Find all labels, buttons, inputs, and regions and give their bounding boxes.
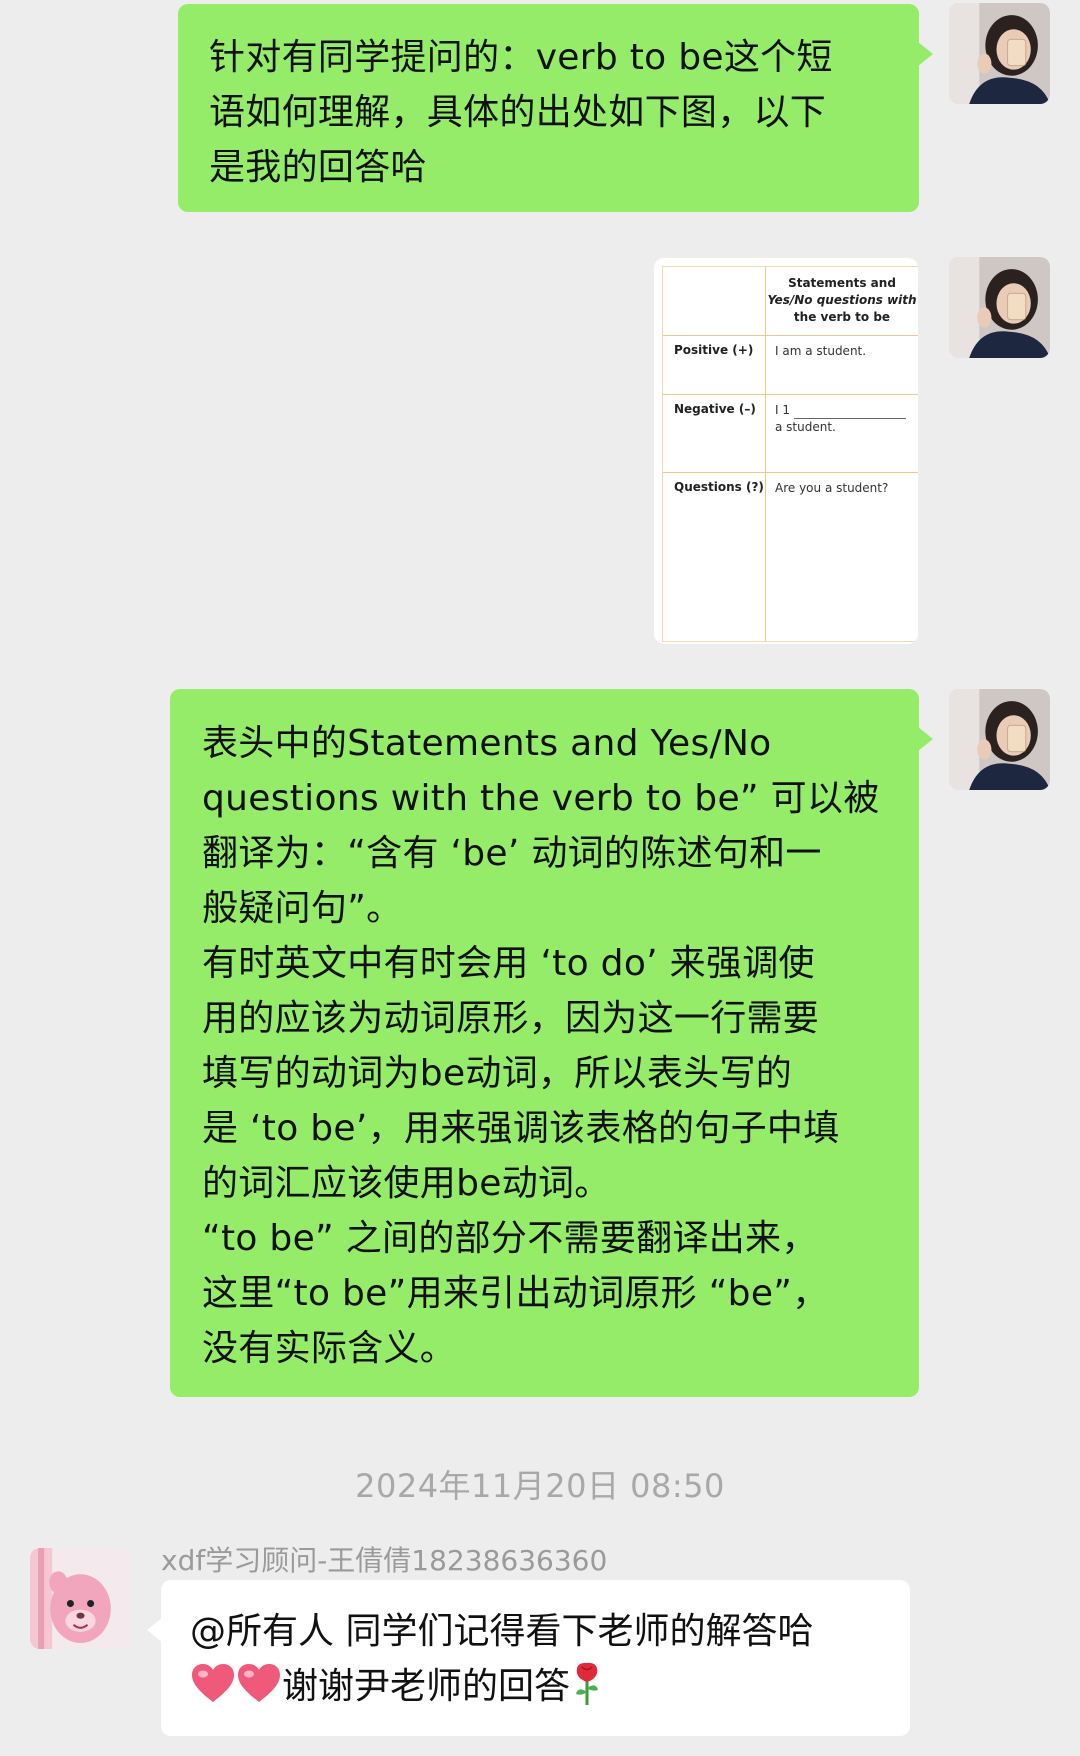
table-header-line: the verb to be	[793, 310, 891, 324]
heart-emoji-icon	[192, 1664, 234, 1702]
sender-avatar-photo	[30, 1548, 131, 1649]
self-avatar-photo	[949, 3, 1050, 104]
table-header: Statements and Yes/No questions with the…	[765, 275, 918, 326]
table-header-line: Yes/No questions with	[767, 293, 917, 307]
message-3-line-6: 用的应该为动词原形，因为这一行需要	[202, 998, 820, 1039]
self-avatar[interactable]	[949, 3, 1050, 104]
sender-avatar[interactable]	[30, 1548, 131, 1649]
row-cell-negative: I 1 a student.	[775, 402, 906, 436]
row-cell-negative-line-2: a student.	[775, 420, 836, 434]
table-header-line: Statements and	[788, 276, 896, 290]
blank-line	[794, 418, 906, 419]
table-image: Statements and Yes/No questions with the…	[662, 266, 918, 642]
row-cell-negative-line-1: I 1	[775, 403, 790, 417]
image-message[interactable]: Statements and Yes/No questions with the…	[654, 258, 918, 644]
message-3-line-2: questions with the verb to be” 可以被	[202, 778, 880, 819]
self-avatar[interactable]	[949, 689, 1050, 790]
message-1-line-2: 语如何理解，具体的出处如下图，以下	[209, 92, 827, 133]
heart-emoji-icon	[238, 1664, 280, 1702]
message-3-line-1: 表头中的Statements and Yes/No	[202, 723, 772, 764]
incoming-line-1: @所有人 同学们记得看下老师的解答哈	[190, 1611, 814, 1652]
message-bubble-3[interactable]: 表头中的Statements and Yes/No questions with…	[170, 689, 933, 1397]
message-bubble-1[interactable]: 针对有同学提问的：verb to be这个短 语如何理解，具体的出处如下图，以下…	[178, 4, 933, 212]
row-cell-positive: I am a student.	[775, 344, 867, 358]
incoming-message-bubble[interactable]: @所有人 同学们记得看下老师的解答哈 谢谢尹老师的回答	[147, 1580, 910, 1736]
message-3-line-10: “to be” 之间的部分不需要翻译出来，	[202, 1218, 818, 1259]
rose-emoji-icon	[576, 1662, 599, 1705]
incoming-line-2: 谢谢尹老师的回答	[190, 1659, 890, 1714]
message-3-line-5: 有时英文中有时会用 ‘to do’ 来强调使	[202, 943, 815, 984]
row-label-positive: Positive (+)	[674, 343, 754, 357]
message-3-line-9: 的词汇应该使用be动词。	[202, 1163, 611, 1204]
message-1-line-1: 针对有同学提问的：verb to be这个短	[209, 37, 833, 78]
message-1-line-3: 是我的回答哈	[209, 147, 427, 188]
message-3-line-3: 翻译为：“含有 ‘be’ 动词的陈述句和一	[202, 833, 822, 874]
self-avatar-photo	[949, 689, 1050, 790]
message-3-line-7: 填写的动词为be动词，所以表头写的	[202, 1053, 793, 1094]
self-avatar[interactable]	[949, 257, 1050, 358]
message-3-line-4: 般疑问句”。	[202, 888, 403, 929]
row-label-questions: Questions (?)	[674, 480, 764, 494]
self-avatar-photo	[949, 257, 1050, 358]
incoming-line-2-text: 谢谢尹老师的回答	[282, 1666, 571, 1707]
message-3-line-11: 这里“to be”用来引出动词原形 “be”，	[202, 1273, 829, 1314]
chat-timestamp: 2024年11月20日 08:50	[355, 1467, 725, 1505]
row-label-negative: Negative (–)	[674, 402, 756, 416]
message-3-line-8: 是 ‘to be’，用来强调该表格的句子中填	[202, 1108, 840, 1149]
sender-name: xdf学习顾问-王倩倩18238636360	[161, 1544, 608, 1577]
row-cell-questions: Are you a student?	[775, 481, 889, 495]
message-3-line-12: 没有实际含义。	[202, 1328, 457, 1369]
